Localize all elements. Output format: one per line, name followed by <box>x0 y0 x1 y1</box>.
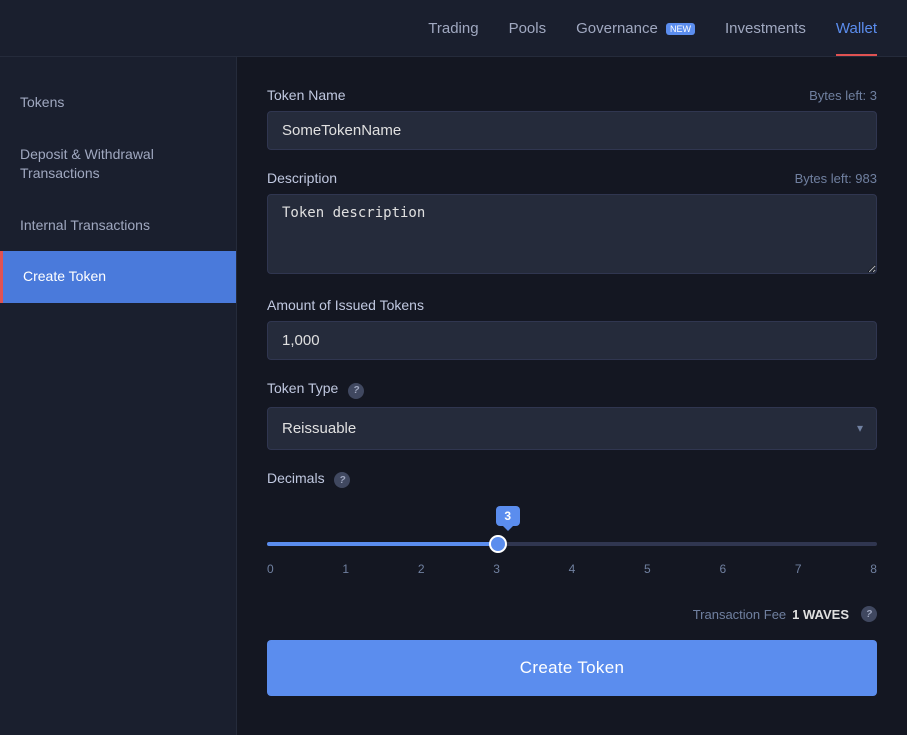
token-type-label: Token Type ? <box>267 380 364 399</box>
nav-pools[interactable]: Pools <box>509 20 547 37</box>
slider-labels: 0 1 2 3 4 5 6 7 8 <box>267 562 877 576</box>
sidebar-item-create-token[interactable]: Create Token <box>0 251 236 303</box>
slider-tick-2: 2 <box>418 562 425 576</box>
description-bytes-left: Bytes left: 983 <box>795 171 877 186</box>
decimals-label: Decimals ? <box>267 470 350 489</box>
token-type-select-wrapper: Reissuable Not Reissuable ▾ <box>267 407 877 450</box>
fee-help-icon[interactable]: ? <box>861 606 877 622</box>
main-content: Token Name Bytes left: 3 Description Byt… <box>237 57 907 735</box>
decimals-help-icon[interactable]: ? <box>334 472 350 488</box>
decimals-group: Decimals ? 3 0 1 2 3 4 5 6 <box>267 470 877 587</box>
token-name-input[interactable] <box>267 111 877 150</box>
token-name-group: Token Name Bytes left: 3 <box>267 87 877 150</box>
amount-group: Amount of Issued Tokens <box>267 297 877 360</box>
nav-governance[interactable]: Governance NEW <box>576 20 695 37</box>
header: Trading Pools Governance NEW Investments… <box>0 0 907 57</box>
slider-tick-7: 7 <box>795 562 802 576</box>
sidebar-item-deposit-withdrawal[interactable]: Deposit & Withdrawal Transactions <box>0 129 236 200</box>
amount-label: Amount of Issued Tokens <box>267 297 424 313</box>
token-name-label-row: Token Name Bytes left: 3 <box>267 87 877 103</box>
fee-row: Transaction Fee 1 WAVES ? <box>267 606 877 622</box>
fee-amount: 1 WAVES <box>792 607 849 622</box>
amount-label-row: Amount of Issued Tokens <box>267 297 877 313</box>
main-nav: Trading Pools Governance NEW Investments… <box>428 20 877 37</box>
sidebar-item-tokens[interactable]: Tokens <box>0 77 236 129</box>
description-textarea[interactable] <box>267 194 877 274</box>
sidebar-item-internal-transactions[interactable]: Internal Transactions <box>0 200 236 252</box>
decimals-slider[interactable] <box>267 542 877 546</box>
slider-track <box>267 532 877 556</box>
governance-badge: NEW <box>666 23 695 35</box>
token-name-label: Token Name <box>267 87 346 103</box>
description-group: Description Bytes left: 983 <box>267 170 877 277</box>
slider-tick-3: 3 <box>493 562 500 576</box>
nav-wallet[interactable]: Wallet <box>836 20 877 37</box>
token-type-select[interactable]: Reissuable Not Reissuable <box>267 407 877 450</box>
description-label-row: Description Bytes left: 983 <box>267 170 877 186</box>
nav-trading[interactable]: Trading <box>428 20 478 37</box>
nav-investments[interactable]: Investments <box>725 20 806 37</box>
token-type-help-icon[interactable]: ? <box>348 383 364 399</box>
decimals-label-row: Decimals ? <box>267 470 877 489</box>
amount-input[interactable] <box>267 321 877 360</box>
create-token-button[interactable]: Create Token <box>267 640 877 696</box>
token-name-bytes-left: Bytes left: 3 <box>809 88 877 103</box>
sidebar: Tokens Deposit & Withdrawal Transactions… <box>0 57 237 735</box>
slider-container: 3 0 1 2 3 4 5 6 7 8 <box>267 496 877 586</box>
token-type-label-row: Token Type ? <box>267 380 877 399</box>
slider-value-bubble: 3 <box>496 506 520 526</box>
slider-tick-1: 1 <box>342 562 349 576</box>
slider-tick-4: 4 <box>569 562 576 576</box>
slider-tick-8: 8 <box>870 562 877 576</box>
description-label: Description <box>267 170 337 186</box>
app-layout: Tokens Deposit & Withdrawal Transactions… <box>0 57 907 735</box>
fee-label: Transaction Fee <box>693 607 786 622</box>
slider-tick-0: 0 <box>267 562 274 576</box>
token-type-group: Token Type ? Reissuable Not Reissuable ▾ <box>267 380 877 450</box>
slider-tick-5: 5 <box>644 562 651 576</box>
slider-tick-6: 6 <box>719 562 726 576</box>
